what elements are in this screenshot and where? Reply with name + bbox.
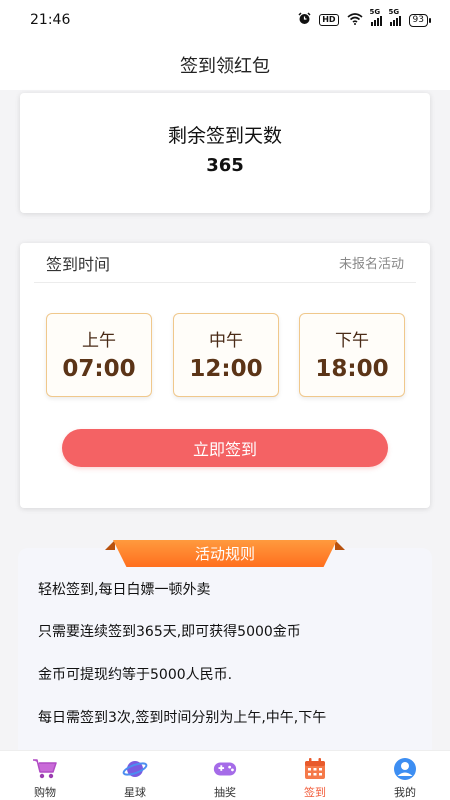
checkin-time-title: 签到时间 (46, 254, 111, 274)
signal-icon-1: 5G (370, 8, 382, 26)
bottom-tab-bar: 购物 星球 抽奖 签到 我的 (0, 750, 450, 800)
slot-time: 18:00 (315, 356, 389, 382)
signal-icon-2: 5G (389, 8, 401, 26)
rule-line: 金币可提现约等于5000人民币. (38, 667, 233, 683)
hd-badge: HD (319, 14, 339, 26)
checkin-header: 签到时间 未报名活动 (34, 243, 416, 283)
checkin-card: 签到时间 未报名活动 上午 07:00 中午 12:00 下午 18:00 立即… (20, 243, 430, 508)
slot-label: 中午 (209, 331, 243, 351)
tab-label: 我的 (394, 786, 416, 799)
slot-morning[interactable]: 上午 07:00 (46, 313, 152, 397)
status-time: 21:46 (30, 12, 71, 28)
status-bar: 21:46 HD 5G 5G 93 (0, 0, 450, 40)
gamepad-icon (212, 757, 238, 781)
tab-label: 签到 (304, 786, 326, 799)
slot-label: 上午 (82, 331, 116, 351)
alarm-icon (298, 12, 311, 28)
planet-icon (122, 757, 148, 781)
tab-label: 抽奖 (214, 786, 236, 799)
slot-label: 下午 (335, 331, 369, 351)
shopping-cart-icon (32, 757, 58, 781)
tab-label: 星球 (124, 786, 146, 799)
registration-status: 未报名活动 (338, 257, 404, 272)
checkin-now-button[interactable]: 立即签到 (62, 429, 388, 467)
rules-title: 活动规则 (113, 540, 337, 567)
remaining-days-card: 剩余签到天数 365 (20, 93, 430, 213)
tab-profile[interactable]: 我的 (360, 751, 450, 800)
tab-shopping[interactable]: 购物 (0, 751, 90, 800)
slot-time: 07:00 (62, 356, 136, 382)
slot-time: 12:00 (189, 356, 263, 382)
rules-ribbon: 活动规则 (105, 540, 345, 572)
tab-label: 购物 (34, 786, 56, 799)
checkin-slots: 上午 07:00 中午 12:00 下午 18:00 (46, 313, 406, 397)
tab-lottery[interactable]: 抽奖 (180, 751, 270, 800)
tab-checkin[interactable]: 签到 (270, 751, 360, 800)
slot-afternoon[interactable]: 下午 18:00 (299, 313, 405, 397)
tab-planet[interactable]: 星球 (90, 751, 180, 800)
nav-bar: 签到领红包 (0, 40, 450, 90)
ribbon-fold-left (105, 540, 115, 550)
battery-icon: 93 (408, 13, 432, 27)
remaining-days-title: 剩余签到天数 (167, 125, 282, 147)
rule-line: 轻松签到,每日白嫖一顿外卖 (38, 582, 211, 598)
rule-line: 只需要连续签到365天,即可获得5000金币 (38, 624, 301, 640)
calendar-icon (302, 757, 328, 781)
user-icon (392, 757, 418, 781)
wifi-icon (347, 12, 363, 28)
rule-line: 每日需签到3次,签到时间分别为上午,中午,下午 (38, 710, 327, 726)
ribbon-fold-right (335, 540, 345, 550)
slot-noon[interactable]: 中午 12:00 (173, 313, 279, 397)
status-icons: HD 5G 5G 93 (298, 8, 432, 28)
page-title: 签到领红包 (180, 56, 270, 77)
remaining-days-count: 365 (206, 155, 244, 176)
